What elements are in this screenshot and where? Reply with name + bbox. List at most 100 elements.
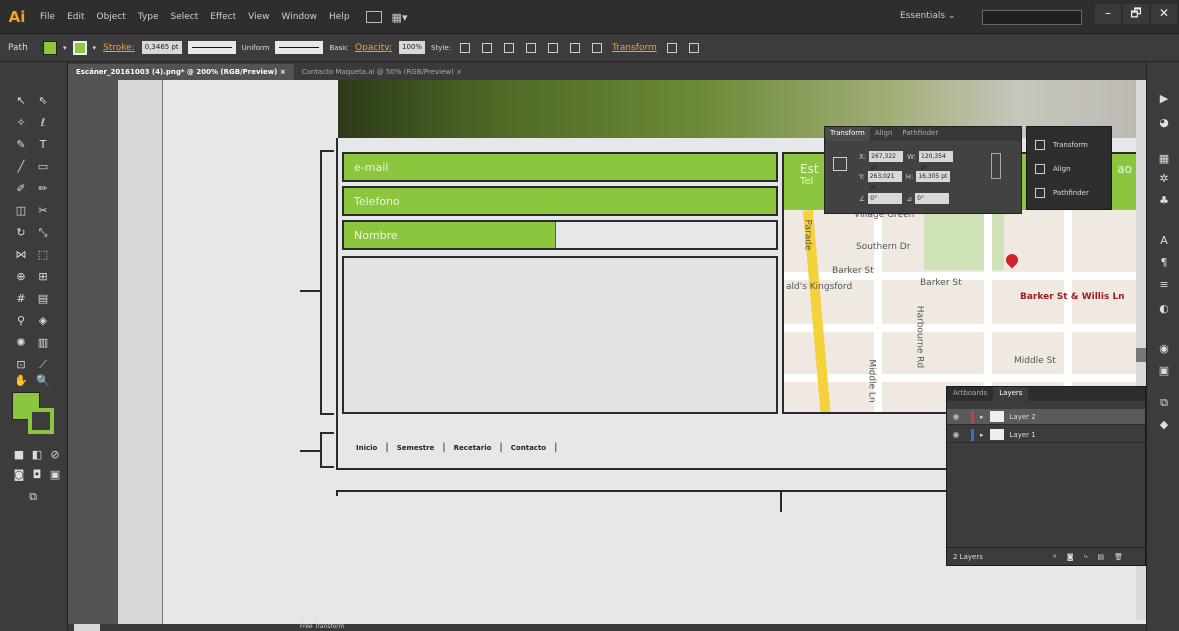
locate-object-icon[interactable]: ⌕: [1053, 552, 1057, 561]
shear-field[interactable]: 0°: [915, 193, 950, 204]
symbols-icon[interactable]: ♣: [1157, 194, 1171, 208]
screen-mode-icon[interactable]: ⧉: [26, 490, 40, 504]
isolate-icon[interactable]: [666, 42, 677, 53]
free-transform-tool-icon[interactable]: ⬚: [36, 248, 50, 262]
close-icon[interactable]: ×: [280, 68, 286, 76]
tab-align[interactable]: Align: [870, 127, 898, 141]
layer-row[interactable]: ◉ ▸ Layer 1: [947, 427, 1145, 443]
paintbrush-tool-icon[interactable]: ✐: [14, 182, 28, 196]
brush-label[interactable]: Basic: [329, 44, 348, 52]
fill-color-swatch[interactable]: [43, 40, 57, 55]
email-field[interactable]: e-mail: [342, 152, 778, 182]
swatches-icon[interactable]: ▦: [1157, 152, 1171, 166]
chevron-down-icon[interactable]: ▾: [63, 44, 67, 52]
stroke-label[interactable]: Stroke:: [103, 43, 135, 53]
opacity-label[interactable]: Opacity:: [355, 43, 392, 53]
layer-name[interactable]: Layer 1: [1010, 431, 1036, 439]
character-icon[interactable]: A: [1157, 234, 1171, 248]
scale-tool-icon[interactable]: ⤡: [36, 226, 50, 240]
shape-builder-tool-icon[interactable]: ⊕: [14, 270, 28, 284]
variable-width-profile[interactable]: [187, 41, 236, 54]
align-right-icon[interactable]: [548, 42, 558, 53]
rectangle-tool-icon[interactable]: ▭: [36, 160, 50, 174]
menu-effect[interactable]: Effect: [204, 12, 242, 22]
blend-tool-icon[interactable]: ◈: [36, 314, 50, 328]
gradient-icon[interactable]: ◐: [1157, 302, 1171, 316]
menu-window[interactable]: Window: [276, 12, 324, 22]
message-textarea[interactable]: [342, 256, 778, 414]
delete-layer-icon[interactable]: 🗑: [1114, 553, 1123, 561]
panel-menu-icon[interactable]: [688, 42, 699, 53]
layers-icon[interactable]: ◆: [1157, 418, 1171, 432]
y-field[interactable]: 263,021 pt: [867, 171, 902, 191]
menu-type[interactable]: Type: [132, 12, 165, 22]
visibility-eye-icon[interactable]: ◉: [947, 430, 965, 439]
stroke-weight-field[interactable]: 0,3465 pt: [141, 41, 182, 54]
pencil-tool-icon[interactable]: ✏: [36, 182, 50, 196]
graphic-style-icon[interactable]: [460, 42, 470, 53]
footer-link-inicio[interactable]: Inicio: [356, 444, 377, 452]
color-mode-icon[interactable]: ■: [12, 448, 26, 462]
new-layer-icon[interactable]: ▤: [1097, 553, 1104, 561]
profile-label[interactable]: Uniform: [242, 44, 270, 52]
tab-transform[interactable]: Transform: [825, 127, 870, 141]
symbol-sprayer-tool-icon[interactable]: ✺: [14, 336, 28, 350]
eraser-tool-icon[interactable]: ◫: [14, 204, 28, 218]
perspective-grid-tool-icon[interactable]: ⊞: [36, 270, 50, 284]
dock-item-align[interactable]: Align: [1027, 157, 1111, 181]
expand-arrow-icon[interactable]: ▸: [980, 413, 984, 421]
width-tool-icon[interactable]: ⋈: [14, 248, 28, 262]
bridge-icon[interactable]: ▦▾: [392, 11, 408, 24]
h-field[interactable]: 16,305 pt: [916, 171, 951, 182]
search-input[interactable]: [982, 10, 1082, 25]
pen-tool-icon[interactable]: ✎: [14, 138, 28, 152]
magic-wand-tool-icon[interactable]: ✧: [14, 116, 28, 130]
type-tool-icon[interactable]: T: [36, 138, 50, 152]
zoom-tool-icon[interactable]: 🔍: [36, 374, 50, 388]
slice-tool-icon[interactable]: ⟋: [36, 358, 50, 372]
stroke-color-swatch[interactable]: [72, 40, 87, 55]
color-icon[interactable]: ◕: [1157, 116, 1171, 130]
direct-selection-tool-icon[interactable]: ⇖: [36, 94, 50, 108]
tab-layers[interactable]: Layers: [993, 387, 1029, 401]
menu-help[interactable]: Help: [323, 12, 356, 22]
menu-select[interactable]: Select: [164, 12, 204, 22]
align-center-icon[interactable]: [526, 42, 536, 53]
x-field[interactable]: 267,322 pt: [869, 151, 904, 171]
reference-point-icon[interactable]: [833, 157, 847, 171]
scrollbar-thumb[interactable]: [1136, 348, 1146, 362]
tab-artboards[interactable]: Artboards: [947, 387, 993, 401]
scissors-tool-icon[interactable]: ✂: [36, 204, 50, 218]
map-pin-icon[interactable]: [1003, 251, 1021, 269]
w-field[interactable]: 120,354 pt: [919, 151, 954, 171]
dock-item-transform[interactable]: Transform: [1027, 133, 1111, 157]
footer-link-recetario[interactable]: Recetario: [454, 444, 492, 452]
dock-item-pathfinder[interactable]: Pathfinder: [1027, 181, 1111, 205]
restore-button[interactable]: 🗗: [1123, 4, 1149, 24]
appearance-icon[interactable]: ◉: [1157, 342, 1171, 356]
tab-pathfinder[interactable]: Pathfinder: [897, 127, 943, 141]
stroke-icon[interactable]: ≡: [1157, 278, 1171, 292]
stroke-swatch[interactable]: [28, 408, 54, 434]
constrain-proportions-icon[interactable]: [991, 153, 1001, 179]
align-middle-icon[interactable]: [592, 42, 602, 53]
gradient-mode-icon[interactable]: ◧: [30, 448, 44, 462]
visibility-eye-icon[interactable]: ◉: [947, 412, 965, 421]
rotate-field[interactable]: 0°: [868, 193, 903, 204]
selection-tool-icon[interactable]: ↖: [14, 94, 28, 108]
rotate-tool-icon[interactable]: ↻: [14, 226, 28, 240]
artboards-icon[interactable]: ⧉: [1157, 396, 1171, 410]
hand-tool-icon[interactable]: ✋: [14, 374, 28, 388]
draw-inside-icon[interactable]: ▣: [48, 468, 62, 482]
close-icon[interactable]: ×: [456, 68, 462, 76]
gradient-tool-icon[interactable]: ▤: [36, 292, 50, 306]
navigator-icon[interactable]: ▶: [1157, 92, 1171, 106]
zoom-field[interactable]: [74, 624, 100, 631]
minimize-button[interactable]: –: [1095, 4, 1121, 24]
close-button[interactable]: ✕: [1151, 4, 1177, 24]
brush-definition[interactable]: [275, 41, 324, 54]
tab-escaner[interactable]: Escáner_20161003 (4).png* @ 200% (RGB/Pr…: [68, 64, 294, 80]
layer-name[interactable]: Layer 2: [1010, 413, 1036, 421]
create-sublayer-icon[interactable]: ⤷: [1084, 552, 1088, 561]
draw-behind-icon[interactable]: ◘: [30, 468, 44, 482]
